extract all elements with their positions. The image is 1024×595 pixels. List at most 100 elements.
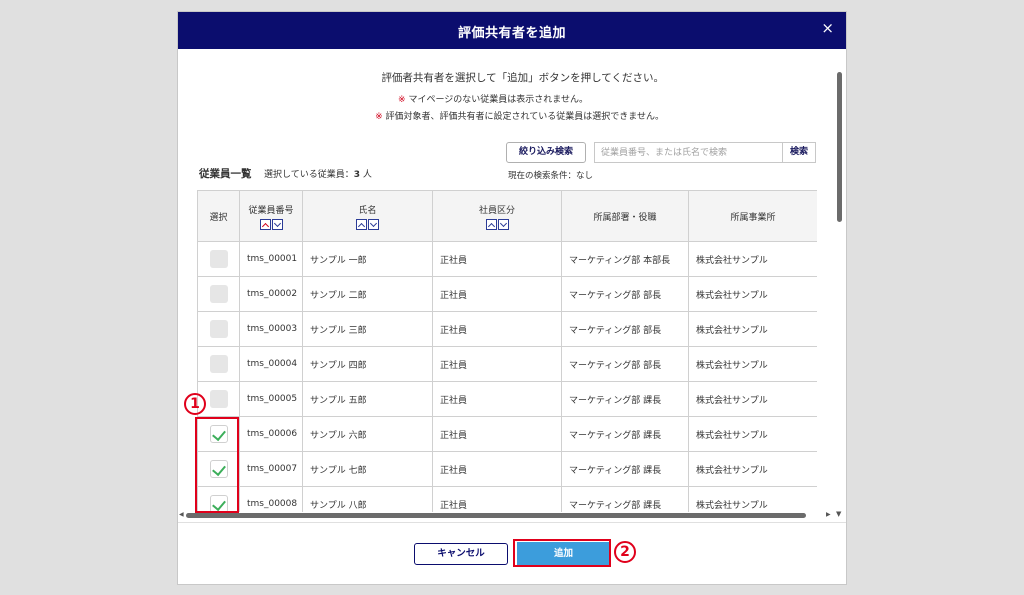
cell-emp-no: tms_00008 bbox=[239, 486, 303, 512]
cell-emp-no: tms_00002 bbox=[239, 276, 303, 312]
add-reviewer-dialog: 評価共有者を追加 × 評価者共有者を選択して「追加」ボタンを押してください。 ※… bbox=[177, 11, 847, 585]
checkbox[interactable] bbox=[209, 250, 228, 268]
table-row[interactable]: tms_00008 サンプル 八郎 正社員 マーケティング部 課長 株式会社サンプル bbox=[197, 486, 817, 512]
filter-search-button[interactable]: 絞り込み検索 bbox=[506, 142, 586, 163]
instruction-main: 評価者共有者を選択して「追加」ボタンを押してください。 bbox=[381, 72, 664, 84]
employee-table-container: 選択 従業員番号 氏名 社員区分 所属部署・役職 所属事業所 tms_00001… bbox=[197, 190, 817, 512]
vertical-scrollbar[interactable]: ▼ bbox=[834, 62, 844, 518]
callout-1: 1 bbox=[184, 392, 206, 415]
table-header-row: 選択 従業員番号 氏名 社員区分 所属部署・役職 所属事業所 bbox=[197, 190, 817, 242]
cell-name: サンプル 三郎 bbox=[302, 311, 433, 347]
cell-category: 正社員 bbox=[432, 346, 562, 382]
cell-category: 正社員 bbox=[432, 451, 562, 487]
cell-dept: マーケティング部 部長 bbox=[561, 276, 689, 312]
header-select-label: 選択 bbox=[209, 212, 228, 223]
instruction-note-1: ※ マイページのない従業員は表示されません。 bbox=[398, 92, 588, 105]
cell-select bbox=[197, 311, 240, 347]
sort-asc-icon[interactable] bbox=[485, 218, 497, 230]
table-row[interactable]: tms_00002 サンプル 二郎 正社員 マーケティング部 部長 株式会社サンプル bbox=[197, 276, 817, 312]
dialog-header: 評価共有者を追加 × bbox=[178, 12, 846, 49]
checkbox[interactable] bbox=[209, 285, 228, 303]
selected-count-label: 選択している従業員：3 人 bbox=[264, 167, 372, 180]
table-row[interactable]: tms_00004 サンプル 四郎 正社員 マーケティング部 部長 株式会社サンプル bbox=[197, 346, 817, 382]
cell-office: 株式会社サンプル bbox=[688, 416, 817, 452]
employee-table: 選択 従業員番号 氏名 社員区分 所属部署・役職 所属事業所 tms_00001… bbox=[197, 190, 817, 512]
note-1-text: マイページのない従業員は表示されません。 bbox=[405, 95, 588, 105]
note-mark: ※ bbox=[375, 112, 383, 122]
note-mark: ※ bbox=[398, 95, 406, 105]
cell-office: 株式会社サンプル bbox=[688, 486, 817, 512]
cell-category: 正社員 bbox=[432, 416, 562, 452]
callout-2-number: 2 bbox=[614, 541, 636, 563]
sort-desc-icon[interactable] bbox=[497, 218, 509, 230]
cell-select bbox=[197, 276, 240, 312]
sort-controls bbox=[259, 218, 283, 230]
dialog-title: 評価共有者を追加 bbox=[457, 26, 566, 41]
sort-asc-icon[interactable] bbox=[259, 218, 271, 230]
table-row[interactable]: tms_00001 サンプル 一郎 正社員 マーケティング部 本部長 株式会社サンプル bbox=[197, 241, 817, 277]
cell-emp-no: tms_00006 bbox=[239, 416, 303, 452]
cell-name: サンプル 八郎 bbox=[302, 486, 433, 512]
note-2-text: 評価対象者、評価共有者に設定されている従業員は選択できません。 bbox=[382, 112, 664, 122]
cell-dept: マーケティング部 本部長 bbox=[561, 241, 689, 277]
checkbox[interactable] bbox=[209, 355, 228, 373]
cell-office: 株式会社サンプル bbox=[688, 276, 817, 312]
header-emp-no-label: 従業員番号 bbox=[248, 205, 294, 216]
cell-name: サンプル 一郎 bbox=[302, 241, 433, 277]
employee-list-title: 従業員一覧 bbox=[199, 168, 252, 180]
cell-office: 株式会社サンプル bbox=[688, 311, 817, 347]
search-input[interactable] bbox=[594, 142, 782, 163]
scroll-left-icon[interactable]: ◀ bbox=[179, 511, 184, 518]
header-category: 社員区分 bbox=[432, 190, 562, 242]
checkbox[interactable] bbox=[209, 390, 228, 408]
cell-category: 正社員 bbox=[432, 241, 562, 277]
cell-office: 株式会社サンプル bbox=[688, 451, 817, 487]
table-row[interactable]: tms_00006 サンプル 六郎 正社員 マーケティング部 課長 株式会社サンプル bbox=[197, 416, 817, 452]
cell-select bbox=[197, 346, 240, 382]
cell-emp-no: tms_00003 bbox=[239, 311, 303, 347]
cancel-button[interactable]: キャンセル bbox=[414, 543, 508, 565]
cell-emp-no: tms_00004 bbox=[239, 346, 303, 382]
selected-unit: 人 bbox=[360, 170, 372, 180]
callout-2: 2 bbox=[614, 540, 636, 563]
sort-controls bbox=[485, 218, 509, 230]
footer-divider bbox=[178, 522, 846, 523]
search-button[interactable]: 検索 bbox=[782, 142, 816, 163]
callout-1-number: 1 bbox=[184, 393, 206, 415]
header-name: 氏名 bbox=[302, 190, 433, 242]
table-row[interactable]: tms_00005 サンプル 五郎 正社員 マーケティング部 課長 株式会社サンプル bbox=[197, 381, 817, 417]
header-category-label: 社員区分 bbox=[478, 205, 515, 216]
cell-dept: マーケティング部 部長 bbox=[561, 346, 689, 382]
cell-emp-no: tms_00005 bbox=[239, 381, 303, 417]
cell-category: 正社員 bbox=[432, 381, 562, 417]
highlight-add-button bbox=[513, 539, 611, 567]
cell-category: 正社員 bbox=[432, 311, 562, 347]
cell-dept: マーケティング部 課長 bbox=[561, 381, 689, 417]
cell-dept: マーケティング部 課長 bbox=[561, 486, 689, 512]
scroll-down-icon[interactable]: ▼ bbox=[836, 510, 841, 518]
cell-category: 正社員 bbox=[432, 486, 562, 512]
table-row[interactable]: tms_00007 サンプル 七郎 正社員 マーケティング部 課長 株式会社サンプル bbox=[197, 451, 817, 487]
sort-asc-icon[interactable] bbox=[356, 218, 367, 230]
cell-name: サンプル 六郎 bbox=[302, 416, 433, 452]
scroll-right-icon[interactable]: ▶ bbox=[826, 511, 831, 518]
current-search-condition: 現在の検索条件：なし bbox=[508, 171, 594, 181]
header-dept-label: 所属部署・役職 bbox=[593, 212, 657, 223]
cell-name: サンプル 七郎 bbox=[302, 451, 433, 487]
cell-name: サンプル 四郎 bbox=[302, 346, 433, 382]
instruction-note-2: ※ 評価対象者、評価共有者に設定されている従業員は選択できません。 bbox=[375, 109, 664, 122]
table-row[interactable]: tms_00003 サンプル 三郎 正社員 マーケティング部 部長 株式会社サンプル bbox=[197, 311, 817, 347]
horizontal-scrollbar[interactable]: ◀ ▶ bbox=[178, 511, 834, 520]
sort-desc-icon[interactable] bbox=[368, 218, 379, 230]
cell-select bbox=[197, 241, 240, 277]
selected-label-text: 選択している従業員： bbox=[264, 170, 354, 180]
cell-dept: マーケティング部 課長 bbox=[561, 416, 689, 452]
vertical-scroll-thumb[interactable] bbox=[837, 72, 842, 222]
header-dept: 所属部署・役職 bbox=[561, 190, 689, 242]
cell-dept: マーケティング部 課長 bbox=[561, 451, 689, 487]
sort-desc-icon[interactable] bbox=[271, 218, 283, 230]
horizontal-scroll-thumb[interactable] bbox=[186, 513, 806, 518]
close-icon[interactable]: × bbox=[821, 21, 834, 36]
checkbox[interactable] bbox=[209, 320, 228, 338]
cell-dept: マーケティング部 部長 bbox=[561, 311, 689, 347]
